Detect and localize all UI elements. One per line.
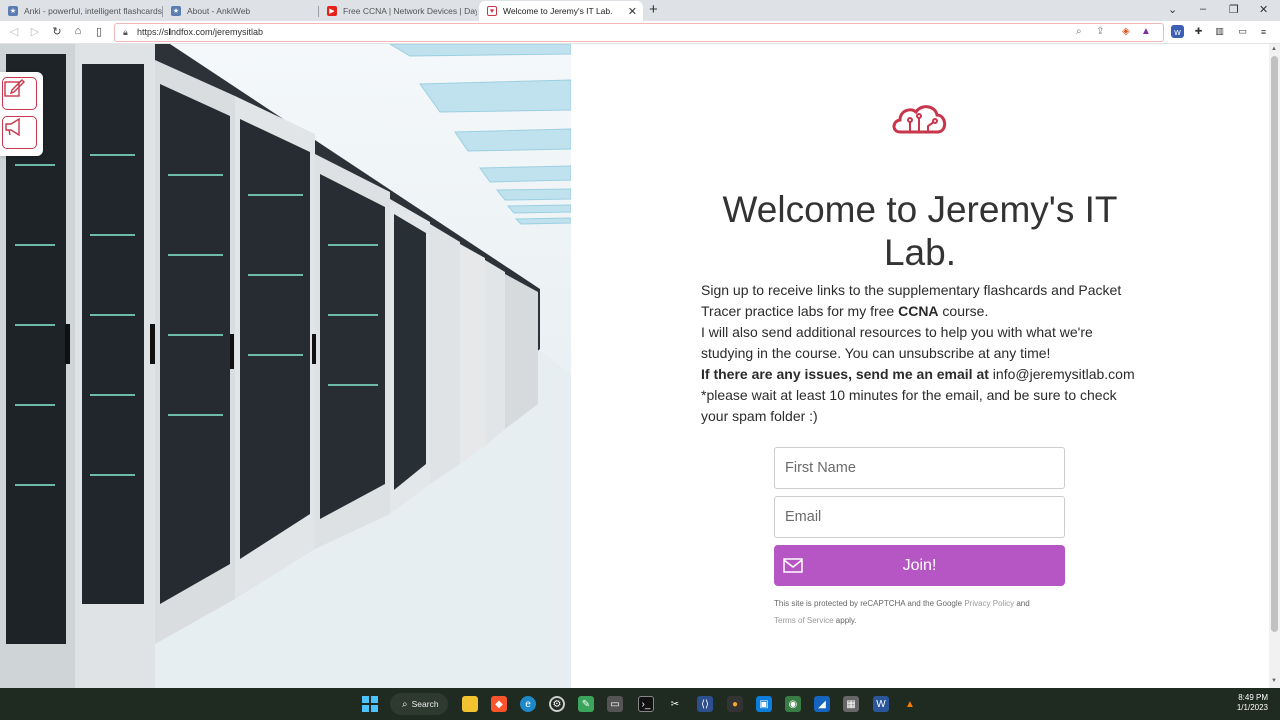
windows-start-icon[interactable] (362, 696, 378, 712)
share-icon[interactable]: ⇪ (1096, 26, 1104, 37)
announcement-button[interactable] (2, 116, 37, 149)
extension-icon[interactable]: w (1171, 25, 1184, 38)
ankiweb-favicon-icon: ★ (171, 6, 181, 16)
extensions-puzzle-icon[interactable]: ✚ (1192, 25, 1205, 38)
first-name-field[interactable] (774, 447, 1065, 489)
contact-email: info@jeremysitlab.com (988, 366, 1135, 382)
sidebar-icon[interactable]: ▥ (1213, 25, 1226, 38)
wireshark-icon[interactable]: ◢ (814, 696, 830, 712)
settings-gear-icon[interactable]: ⚙ (549, 696, 565, 712)
system-clock[interactable]: 8:49 PM 1/1/2023 (1228, 693, 1268, 713)
tab-youtube-ccna[interactable]: ▶ Free CCNA | Network Devices | Day 1 (319, 1, 477, 21)
scroll-down-icon[interactable]: ▼ (1271, 678, 1277, 684)
file-explorer-icon[interactable] (462, 696, 478, 712)
home-icon[interactable]: ⌂ (71, 25, 85, 37)
intro-text: Sign up to receive links to the suppleme… (701, 282, 1135, 424)
forward-icon[interactable]: ▷ (28, 25, 42, 38)
app-window-icon[interactable]: ▭ (607, 696, 623, 712)
taskbar-search[interactable]: ⌕ Search (390, 693, 448, 715)
youtube-favicon-icon: ▶ (327, 6, 337, 16)
cloud-circuit-logo-icon (892, 105, 947, 134)
privacy-policy-link[interactable]: Privacy Policy (964, 599, 1014, 608)
anki-favicon-icon: ★ (8, 6, 18, 16)
reload-icon[interactable]: ↻ (50, 25, 64, 38)
terms-of-service-link[interactable]: Terms of Service (774, 616, 834, 625)
restore-icon[interactable]: ❐ (1229, 3, 1239, 16)
notepad-plus-icon[interactable]: ✎ (578, 696, 594, 712)
close-window-icon[interactable]: ✕ (1259, 3, 1268, 16)
page-scrollbar[interactable]: ▲ ▼ (1269, 44, 1280, 688)
wallet-icon[interactable]: ▭ (1236, 25, 1249, 38)
brave-shields-icon[interactable]: ◈ (1122, 26, 1130, 37)
close-tab-icon[interactable]: ✕ (628, 5, 637, 18)
edge-browser-icon[interactable]: e (520, 696, 536, 712)
windows-taskbar: ⌕ Search ◆ e ⚙ ✎ ▭ ›_ ✂ ⟨⟩ ● ▣ ◉ ◢ ▦ W ▲ … (0, 688, 1280, 720)
tab-anki[interactable]: ★ Anki - powerful, intelligent flashcard… (0, 1, 163, 21)
address-bar[interactable]: 🔒︎ https://sIndfox.com/jeremysitlab ⌕ ⇪ … (114, 23, 1164, 42)
brave-browser-icon[interactable]: ◆ (491, 696, 507, 712)
tab-title: Anki - powerful, intelligent flashcards (24, 6, 162, 16)
vscode-icon[interactable]: ⟨⟩ (697, 696, 713, 712)
menu-icon[interactable]: ≡ (1257, 25, 1270, 38)
floating-tools-panel (0, 72, 43, 156)
word-document-icon[interactable]: W (873, 696, 889, 712)
zoom-icon[interactable]: ⌕ (1076, 26, 1082, 37)
tab-ankiweb[interactable]: ★ About - AnkiWeb (163, 1, 319, 21)
snipping-tool-icon[interactable]: ✂ (667, 696, 683, 712)
web-page: Welcome to Jeremy's IT Lab. Sign up to r… (0, 44, 1280, 688)
tab-title: Welcome to Jeremy's IT Lab. (503, 6, 613, 16)
join-button[interactable]: Join! (774, 545, 1065, 586)
recaptcha-notice: This site is protected by reCAPTCHA and … (774, 599, 1030, 625)
tab-strip: ★ Anki - powerful, intelligent flashcard… (0, 0, 1280, 21)
lock-icon: 🔒︎ (123, 27, 128, 37)
signup-panel: Welcome to Jeremy's IT Lab. Sign up to r… (571, 44, 1269, 688)
back-icon[interactable]: ◁ (7, 25, 21, 38)
email-field[interactable] (774, 496, 1065, 538)
envelope-icon (783, 558, 803, 573)
brave-rewards-icon[interactable]: ▲ (1141, 26, 1151, 37)
bookmark-icon[interactable]: ▯ (92, 25, 106, 38)
scroll-thumb[interactable] (1271, 56, 1278, 632)
tab-search-icon[interactable]: ⌄ (1168, 3, 1177, 16)
vlc-player-icon[interactable]: ▲ (902, 696, 918, 712)
server-racks-illustration (0, 44, 571, 688)
edit-note-button[interactable] (2, 77, 37, 110)
browser-toolbar: ◁ ▷ ↻ ⌂ ▯ 🔒︎ https://sIndfox.com/jeremys… (0, 21, 1280, 44)
join-label: Join! (902, 556, 937, 574)
server-room-image (0, 44, 571, 688)
edit-icon (4, 79, 25, 97)
tab-jeremys-it-lab[interactable]: ♥ Welcome to Jeremy's IT Lab. ✕ (479, 1, 643, 21)
minimize-icon[interactable]: – (1200, 3, 1206, 15)
packet-tracer-icon[interactable]: ▣ (756, 696, 772, 712)
page-title: Welcome to Jeremy's IT Lab. (722, 189, 1118, 273)
tab-title: Free CCNA | Network Devices | Day 1 (343, 6, 477, 16)
gns3-icon[interactable]: ◉ (785, 696, 801, 712)
tab-title: About - AnkiWeb (187, 6, 251, 16)
calculator-icon[interactable]: ▦ (843, 696, 859, 712)
sendfox-favicon-icon: ♥ (487, 6, 497, 16)
terminal-icon[interactable]: ›_ (638, 696, 654, 712)
megaphone-icon (5, 117, 20, 137)
scroll-up-icon[interactable]: ▲ (1271, 46, 1277, 52)
url-text[interactable]: https://sIndfox.com/jeremysitlab (137, 27, 263, 37)
new-tab-button[interactable]: + (649, 2, 658, 18)
app-circle-icon[interactable]: ● (727, 696, 743, 712)
search-icon: ⌕ (402, 698, 408, 710)
